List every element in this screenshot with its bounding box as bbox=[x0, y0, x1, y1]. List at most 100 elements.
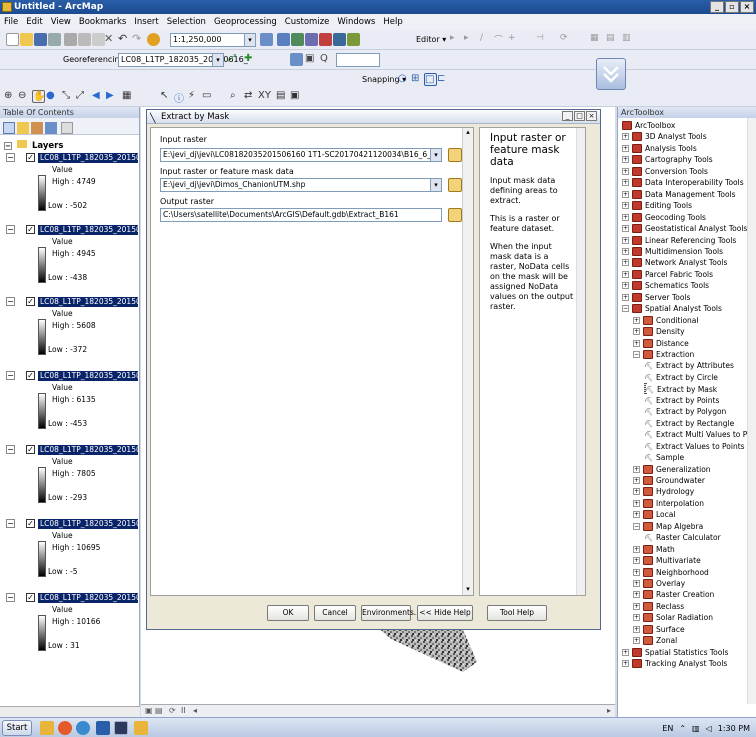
identify-icon[interactable]: ⓘ bbox=[174, 90, 187, 105]
select-features-icon[interactable]: ▦ bbox=[122, 90, 135, 103]
expand-icon[interactable]: + bbox=[633, 557, 640, 565]
clock[interactable]: 1:30 PM bbox=[718, 724, 750, 733]
expand-icon[interactable]: + bbox=[633, 614, 640, 622]
expand-icon[interactable]: + bbox=[622, 660, 629, 668]
layer-visibility-checkbox[interactable]: ✓ bbox=[26, 225, 35, 234]
create-features-icon[interactable]: ▥ bbox=[622, 33, 635, 46]
scroll-down-icon[interactable]: ▾ bbox=[463, 585, 473, 595]
expand-icon[interactable]: + bbox=[633, 328, 640, 336]
toc-options-icon[interactable] bbox=[61, 122, 73, 134]
dialog-close-button[interactable]: × bbox=[586, 111, 597, 121]
expand-icon[interactable]: + bbox=[633, 465, 640, 473]
expand-icon[interactable]: + bbox=[622, 225, 629, 233]
collapse-icon[interactable]: − bbox=[6, 445, 15, 454]
edit-tool-icon[interactable]: ▸ bbox=[450, 33, 463, 46]
menu-windows[interactable]: Windows bbox=[337, 17, 375, 27]
catalog-icon[interactable] bbox=[291, 33, 304, 46]
scroll-up-icon[interactable]: ▴ bbox=[463, 128, 473, 138]
data-view-icon[interactable]: ▣ bbox=[145, 706, 153, 715]
expand-icon[interactable]: + bbox=[633, 316, 640, 324]
layer-name[interactable]: LC08_L1TP_182035_20150616_20 bbox=[38, 225, 138, 235]
menu-geoprocessing[interactable]: Geoprocessing bbox=[214, 17, 277, 27]
delete-icon[interactable]: ✕ bbox=[104, 33, 117, 46]
expand-icon[interactable]: + bbox=[633, 580, 640, 587]
list-by-visibility-icon[interactable] bbox=[31, 122, 43, 134]
pause-drawing-icon[interactable]: II bbox=[181, 706, 186, 715]
layer-name[interactable]: LC08_L1TP_182035_20150616_20 bbox=[38, 445, 138, 455]
expand-icon[interactable]: + bbox=[633, 476, 640, 484]
browse-folder-icon[interactable] bbox=[448, 148, 462, 162]
layer-visibility-checkbox[interactable]: ✓ bbox=[26, 153, 35, 162]
georef-extra-input[interactable] bbox=[336, 53, 380, 67]
layer-visibility-checkbox[interactable]: ✓ bbox=[26, 593, 35, 602]
expand-icon[interactable]: + bbox=[622, 236, 629, 244]
browse-folder-icon[interactable] bbox=[448, 208, 462, 222]
split-icon[interactable]: ⊣ bbox=[536, 33, 549, 46]
toc-layer[interactable]: − ✓ LC08_L1TP_182035_20150616_20 Value H… bbox=[4, 519, 138, 589]
expand-icon[interactable]: + bbox=[633, 591, 640, 599]
expand-icon[interactable]: + bbox=[633, 625, 640, 633]
view-link-table-icon[interactable] bbox=[290, 53, 303, 66]
find-icon[interactable]: ⌕ bbox=[230, 90, 243, 103]
environments-button[interactable]: Environments... bbox=[361, 605, 421, 621]
expand-icon[interactable]: + bbox=[622, 190, 629, 198]
menu-bookmarks[interactable]: Bookmarks bbox=[79, 17, 127, 27]
collapse-icon[interactable]: − bbox=[6, 519, 15, 528]
html-popup-icon[interactable]: ▭ bbox=[202, 90, 215, 103]
zoom-in-icon[interactable]: ⊕ bbox=[4, 90, 17, 103]
copy-icon[interactable] bbox=[78, 33, 91, 46]
full-extent-icon[interactable]: ● bbox=[46, 90, 59, 103]
input-raster-combo[interactable]: E:\jevi_dj\jevi\LC08182035201506160 1T1-… bbox=[160, 148, 442, 162]
straight-segment-icon[interactable]: / bbox=[480, 33, 493, 46]
browse-folder-icon[interactable] bbox=[448, 178, 462, 192]
sketch-properties-icon[interactable]: ▤ bbox=[606, 33, 619, 46]
create-viewer-icon[interactable]: ▣ bbox=[290, 90, 303, 103]
save-icon[interactable] bbox=[34, 33, 47, 46]
hide-help-button[interactable]: << Hide Help bbox=[417, 605, 473, 621]
expand-icon[interactable]: + bbox=[622, 133, 629, 141]
point-snapping-icon[interactable]: ○ bbox=[398, 73, 411, 86]
menu-file[interactable]: File bbox=[4, 17, 18, 27]
collapse-icon[interactable]: − bbox=[6, 371, 15, 380]
search-window-icon[interactable] bbox=[305, 33, 318, 46]
layer-name[interactable]: LC08_L1TP_182035_20150616_20 bbox=[38, 153, 138, 163]
expand-icon[interactable]: + bbox=[622, 144, 629, 152]
vertex-snapping-icon[interactable]: □ bbox=[424, 73, 437, 86]
ok-button[interactable]: OK bbox=[267, 605, 309, 621]
collapse-icon[interactable]: − bbox=[633, 351, 640, 358]
redo-icon[interactable]: ↷ bbox=[132, 33, 145, 46]
collapse-icon[interactable]: − bbox=[633, 522, 640, 530]
layers-root[interactable]: − Layers bbox=[4, 140, 63, 151]
expand-icon[interactable]: + bbox=[622, 247, 629, 255]
georef-layer-combo[interactable]: LC08_L1TP_182035_20150616_ ▾ bbox=[118, 53, 248, 67]
edge-snapping-icon[interactable]: ⊏ bbox=[437, 73, 450, 86]
rotate-georef-icon[interactable]: ⤢ bbox=[228, 53, 241, 66]
menu-customize[interactable]: Customize bbox=[285, 17, 330, 27]
print-icon[interactable] bbox=[48, 33, 61, 46]
chevron-down-icon[interactable]: ▾ bbox=[430, 149, 441, 161]
attributes-icon[interactable]: ▦ bbox=[590, 33, 603, 46]
expand-icon[interactable]: + bbox=[622, 213, 629, 221]
add-data-icon[interactable] bbox=[147, 33, 160, 46]
expand-icon[interactable]: + bbox=[622, 179, 629, 187]
help-scrollbar[interactable] bbox=[576, 128, 585, 595]
scroll-right-icon[interactable]: ▸ bbox=[607, 706, 611, 715]
layout-view-icon[interactable]: ▤ bbox=[155, 706, 163, 715]
expand-icon[interactable]: + bbox=[622, 156, 629, 164]
close-button[interactable]: × bbox=[740, 1, 754, 13]
scroll-left-icon[interactable]: ◂ bbox=[193, 706, 197, 715]
auto-adjust-icon[interactable]: Q bbox=[320, 53, 333, 66]
back-extent-icon[interactable]: ◀ bbox=[92, 90, 105, 103]
fixed-zoom-out-icon[interactable]: ⤢ bbox=[76, 90, 89, 103]
chevron-down-icon[interactable]: ▾ bbox=[430, 179, 441, 191]
expand-icon[interactable]: + bbox=[622, 648, 629, 656]
mask-data-combo[interactable]: E:\jevi_dj\jevi\Dimos_ChanionUTM.shp ▾ bbox=[160, 178, 442, 192]
minimize-button[interactable]: _ bbox=[710, 1, 724, 13]
editor-toolbar-icon[interactable] bbox=[260, 33, 273, 46]
collapse-icon[interactable]: − bbox=[6, 593, 15, 602]
layer-visibility-checkbox[interactable]: ✓ bbox=[26, 297, 35, 306]
language-indicator[interactable]: EN bbox=[662, 724, 673, 733]
expand-icon[interactable]: + bbox=[622, 293, 629, 301]
network-icon[interactable]: ▥ bbox=[692, 724, 700, 733]
end-snapping-icon[interactable]: ⊞ bbox=[411, 73, 424, 86]
